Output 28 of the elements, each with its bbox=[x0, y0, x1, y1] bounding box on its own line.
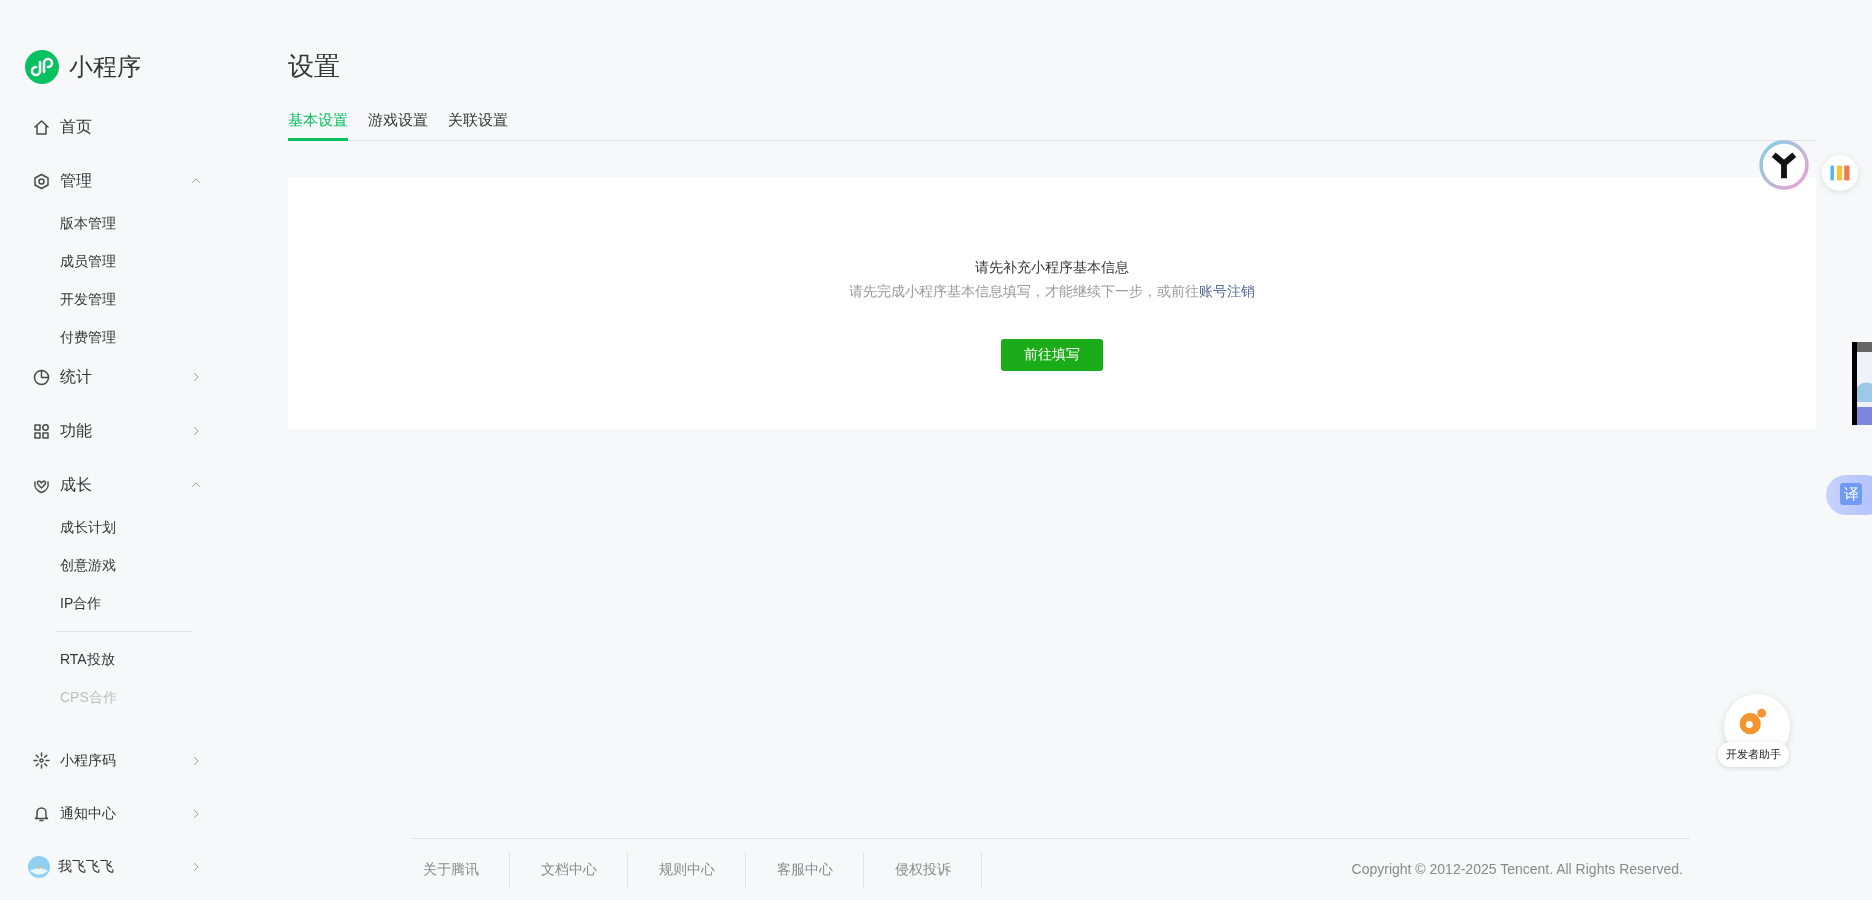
bell-icon bbox=[33, 805, 50, 822]
sidebar-item[interactable]: 功能 bbox=[0, 404, 230, 458]
sidebar-subitem[interactable]: RTA投放 bbox=[0, 640, 230, 678]
hexagon-icon bbox=[33, 172, 50, 190]
logo-icon bbox=[25, 50, 59, 84]
sunburst-icon bbox=[33, 752, 50, 769]
notice-heading: 请先补充小程序基本信息 bbox=[974, 257, 1130, 277]
pie-chart-icon bbox=[33, 368, 50, 386]
sidebar-subitem[interactable]: IP合作 bbox=[0, 584, 230, 622]
bubble-icon bbox=[1737, 706, 1767, 736]
account-cancel-link[interactable]: 账号注销 bbox=[1199, 282, 1255, 299]
grid-icon bbox=[33, 422, 50, 440]
home-icon bbox=[33, 118, 50, 136]
sidebar-item[interactable]: 小程序码 bbox=[0, 734, 230, 787]
sidebar-item[interactable]: 首页 bbox=[0, 100, 230, 154]
sidebar-item[interactable]: 我飞飞飞 bbox=[0, 840, 230, 893]
sidebar-item[interactable]: 通知中心 bbox=[0, 787, 230, 840]
sidebar-subitem[interactable]: 创意游戏 bbox=[0, 546, 230, 584]
sidebar-subitem[interactable]: 成员管理 bbox=[0, 242, 230, 280]
notice-message: 请先完成小程序基本信息填写，才能继续下一步，或前往账号注销 bbox=[848, 281, 1256, 301]
logo-icon bbox=[1822, 155, 1858, 191]
page-title: 设置 bbox=[288, 50, 341, 83]
sidebar-subitem[interactable]: 开发管理 bbox=[0, 280, 230, 318]
tab[interactable]: 关联设置 bbox=[448, 105, 508, 141]
copyright: Copyright © 2012-2025 Tencent. All Rights Reserved. bbox=[1351, 860, 1683, 879]
app-title: 小程序 bbox=[69, 52, 141, 82]
tab[interactable]: 游戏设置 bbox=[368, 105, 428, 141]
avatar-icon bbox=[28, 855, 50, 878]
